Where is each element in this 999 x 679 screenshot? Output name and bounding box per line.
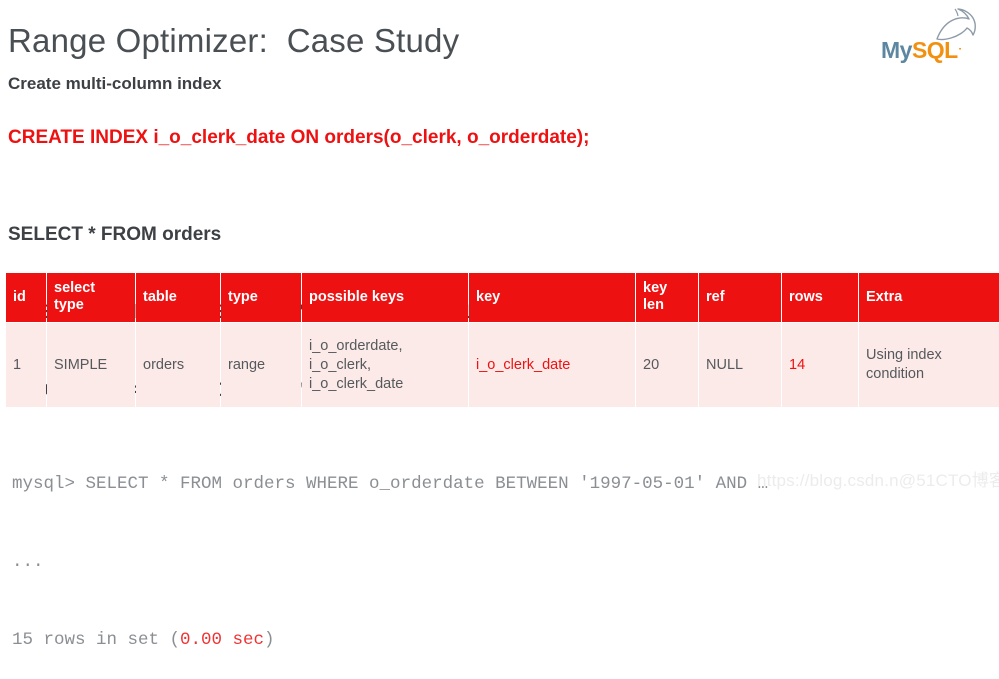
terminal-summary-time: 0.00 sec [180, 630, 265, 650]
query-line-1: SELECT * FROM orders [8, 224, 222, 245]
column-header-possible-keys: possible keys [302, 273, 468, 322]
page-subtitle: Create multi-column index [8, 74, 222, 93]
column-header-key: key [469, 273, 635, 322]
cell-key-len: 20 [636, 323, 698, 407]
mysql-logo: MySQL˙ [881, 6, 987, 64]
cell-select-type: SIMPLE [47, 323, 135, 407]
column-header-table: table [136, 273, 220, 322]
column-header-type: type [221, 273, 301, 322]
column-header-extra: Extra [859, 273, 999, 322]
cell-table: orders [136, 323, 220, 407]
column-header-select-type: select type [47, 273, 135, 322]
column-header-key-len: key len [636, 273, 698, 322]
cell-ref: NULL [699, 323, 781, 407]
column-header-rows: rows [782, 273, 858, 322]
cell-type: range [221, 323, 301, 407]
mysql-wordmark-my: My [881, 37, 912, 63]
explain-output-table: id select type table type possible keys … [5, 272, 999, 408]
terminal-summary-prefix: 15 rows in set ( [12, 630, 181, 650]
terminal-line-summary: 15 rows in set (0.00 sec) [12, 627, 768, 653]
create-index-statement: CREATE INDEX i_o_clerk_date ON orders(o_… [8, 127, 590, 148]
mysql-wordmark: MySQL˙ [881, 39, 962, 62]
terminal-line-command: mysql> SELECT * FROM orders WHERE o_orde… [12, 474, 769, 494]
cell-rows: 14 [782, 323, 858, 407]
terminal-line-ellipsis: ... [12, 552, 44, 572]
mysql-wordmark-dot: ˙ [957, 45, 963, 61]
cell-possible-keys: i_o_orderdate, i_o_clerk, i_o_clerk_date [302, 323, 468, 407]
table-header-row: id select type table type possible keys … [6, 273, 999, 322]
terminal-summary-suffix: ) [264, 630, 275, 650]
watermark: https://blog.csdn.n@51CTO博客 [757, 471, 999, 490]
cell-key: i_o_clerk_date [469, 323, 635, 407]
terminal-output: mysql> SELECT * FROM orders WHERE o_orde… [12, 419, 768, 679]
page-title: Range Optimizer: Case Study [8, 22, 460, 59]
column-header-ref: ref [699, 273, 781, 322]
column-header-id: id [6, 273, 46, 322]
cell-extra: Using index condition [859, 323, 999, 407]
cell-id: 1 [6, 323, 46, 407]
table-row: 1 SIMPLE orders range i_o_orderdate, i_o… [6, 323, 999, 407]
mysql-wordmark-sql: SQL [911, 37, 958, 63]
